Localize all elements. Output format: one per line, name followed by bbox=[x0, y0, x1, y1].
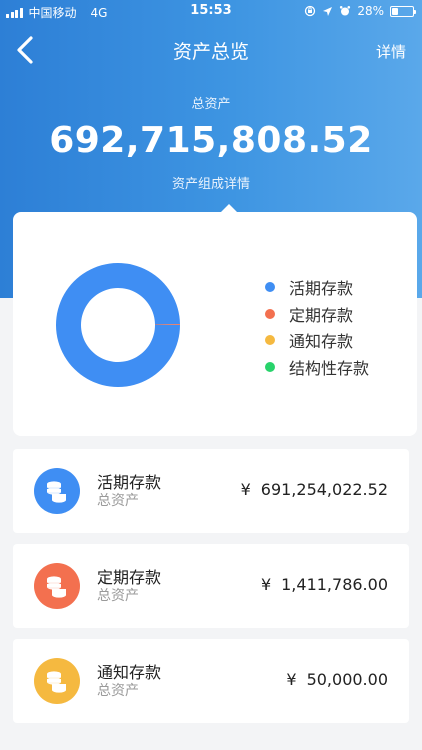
total-assets-label: 总资产 bbox=[191, 97, 231, 112]
asset-subtitle: 总资产 bbox=[97, 493, 139, 509]
orientation-lock-icon bbox=[305, 5, 316, 17]
alarm-icon bbox=[340, 6, 351, 16]
asset-amount: ¥1,411,786.00 bbox=[261, 575, 388, 594]
battery-percent: 28% bbox=[357, 4, 384, 18]
legend-dot bbox=[265, 335, 275, 346]
asset-card[interactable]: 活期存款 总资产 ¥691,254,022.52 bbox=[13, 449, 409, 533]
total-assets-amount: 692,715,808.52 bbox=[49, 120, 373, 161]
legend-label: 结构性存款 bbox=[289, 358, 370, 378]
legend-label: 活期存款 bbox=[289, 279, 354, 299]
asset-card[interactable]: 通知存款 总资产 ¥50,000.00 bbox=[13, 639, 409, 723]
card-pointer bbox=[220, 204, 238, 213]
legend-dot bbox=[265, 308, 275, 319]
asset-subtitle: 总资产 bbox=[97, 588, 139, 604]
currency-symbol: ¥ bbox=[240, 480, 251, 499]
amount-value: 50,000.00 bbox=[306, 670, 388, 689]
donut-chart bbox=[56, 263, 180, 387]
legend-item: 定期存款 bbox=[265, 301, 369, 328]
asset-subtitle: 总资产 bbox=[97, 683, 139, 699]
legend-dot bbox=[265, 282, 275, 293]
status-bar: 中国移动 4G 15:53 28% bbox=[0, 0, 422, 22]
currency-symbol: ¥ bbox=[260, 575, 272, 594]
coins-icon bbox=[34, 658, 80, 704]
detail-button[interactable]: 详情 bbox=[376, 41, 406, 62]
amount-value: 691,254,022.52 bbox=[260, 480, 388, 499]
battery-icon bbox=[390, 5, 416, 17]
legend-label: 定期存款 bbox=[289, 305, 354, 325]
coins-icon bbox=[34, 563, 80, 609]
asset-amount: ¥691,254,022.52 bbox=[241, 480, 388, 499]
location-icon bbox=[323, 6, 333, 16]
status-right: 28% bbox=[304, 4, 416, 18]
amount-value: 1,411,786.00 bbox=[281, 575, 388, 594]
page-title: 资产总览 bbox=[172, 41, 249, 63]
donut-slice-0 bbox=[56, 263, 180, 387]
chart-legend: 活期存款定期存款通知存款结构性存款 bbox=[265, 274, 369, 380]
legend-item: 通知存款 bbox=[265, 327, 369, 354]
asset-card[interactable]: 定期存款 总资产 ¥1,411,786.00 bbox=[13, 544, 409, 628]
chart-card: 活期存款定期存款通知存款结构性存款 bbox=[13, 204, 417, 436]
legend-label: 通知存款 bbox=[289, 332, 354, 352]
nav-bar: 资产总览 详情 bbox=[0, 22, 422, 78]
legend-dot bbox=[265, 361, 275, 372]
asset-amount: ¥50,000.00 bbox=[286, 670, 388, 689]
currency-symbol: ¥ bbox=[286, 670, 297, 689]
asset-composition-link[interactable]: 资产组成详情 bbox=[0, 173, 422, 192]
legend-item: 结构性存款 bbox=[265, 354, 369, 381]
legend-item: 活期存款 bbox=[265, 274, 369, 301]
coins-icon bbox=[34, 468, 80, 514]
